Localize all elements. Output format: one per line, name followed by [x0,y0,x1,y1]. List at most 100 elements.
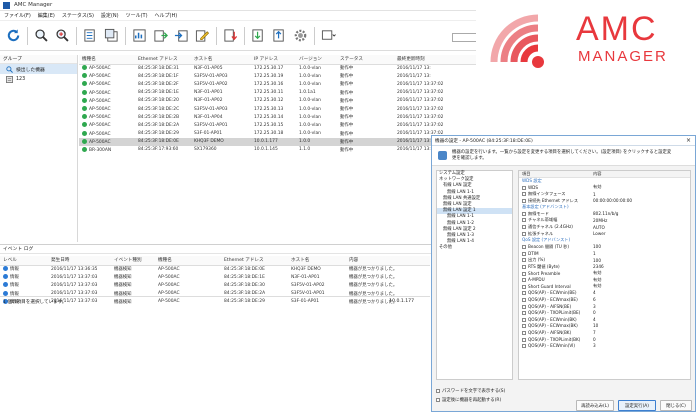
checkbox[interactable] [522,264,526,269]
config-download-button[interactable] [250,28,266,44]
menu-edit[interactable]: 編集(E) [38,12,55,19]
event-row[interactable]: 情報 2016/11/17 13:36:35 機器検知 AP-500AC 84:25:3… [0,265,430,273]
property-row[interactable]: QOS(AP) - TXOPLimit(BE) 0 [519,309,690,316]
column-ethernet[interactable]: Ethernet アドレス [135,55,191,65]
show-password-option[interactable]: パスワードを文字で表示する(S) [436,386,576,395]
device-row[interactable]: AP-500AC 84:25:3F:18:DE:1E N3F-01-AP01 172.… [79,89,696,97]
restart-after-option[interactable]: 設定後に機器を再起動する(R) [436,395,576,404]
property-row[interactable]: WDS 有効 [519,184,690,191]
property-row[interactable]: Short Preamble 有効 [519,270,690,277]
reload-button[interactable]: 再読み込み(L) [576,400,614,411]
close-dialog-button[interactable]: 閉じる(C) [660,400,692,411]
menu-tools[interactable]: ツール(T) [126,12,148,19]
checkbox[interactable] [522,317,526,322]
show-password-checkbox[interactable] [436,388,440,393]
property-row[interactable]: RTS 閾値 (Byte) 2346 [519,263,690,270]
device-row[interactable]: AP-500AC 84:25:3F:18:DE:1F S3F5V-01-AP03 17… [79,72,696,80]
config-upload-button[interactable] [271,28,287,44]
refresh-button[interactable] [5,28,21,44]
checkbox[interactable] [522,304,526,309]
checkbox[interactable] [522,271,526,276]
property-row[interactable]: A-MPDU 有効 [519,277,690,284]
event-row[interactable]: 情報 2016/11/17 13:37:03 機器検知 AP-500AC 84:25:3… [0,281,430,289]
device-row[interactable]: AP-500AC 84:25:3F:18:DE:2B N3F-01-AP04 172.… [79,113,696,121]
property-row[interactable]: QOS(AP) - ECWmin(BK) 4 [519,316,690,323]
column-model[interactable]: 機種名 [79,55,135,65]
view-menu-button[interactable] [320,28,336,44]
search-button[interactable] [33,28,49,44]
checkbox[interactable] [522,251,526,256]
column-hostname[interactable]: ホスト名 [288,256,346,266]
search-group-button[interactable] [54,28,70,44]
checkbox[interactable] [522,291,526,296]
column-content[interactable]: 内容 [346,256,430,266]
close-icon[interactable]: × [686,137,691,144]
group-item-123[interactable]: 123 [0,74,77,84]
edit-settings-button[interactable] [194,28,210,44]
property-row[interactable]: 通信チャネル (2.4GHz) AUTO [519,224,690,231]
column-datetime[interactable]: 発生日時 [48,256,111,266]
nav-item-other[interactable]: その他 [437,245,512,251]
column-status[interactable]: ステータス [337,55,394,65]
column-model[interactable]: 機種名 [155,256,221,266]
property-row[interactable]: QOS(AP) - ECWmax(BK) 10 [519,323,690,330]
checkbox[interactable] [522,298,526,303]
property-row[interactable]: QOS(AP) - ECWmin(VI) 3 [519,342,690,349]
column-version[interactable]: バージョン [296,55,337,65]
property-row[interactable]: 出力 (%) 100 [519,257,690,264]
checkbox[interactable] [522,344,526,349]
firmware-button[interactable] [222,28,238,44]
checkbox[interactable] [522,244,526,249]
checkbox[interactable] [522,278,526,283]
export-button[interactable] [152,28,168,44]
checkbox[interactable] [522,324,526,329]
property-row[interactable]: 無線モード 802.11n/b/g [519,211,690,218]
column-hostname[interactable]: ホスト名 [191,55,251,65]
checkbox[interactable] [522,231,526,236]
property-row[interactable]: QOS(AP) - ECWmax(BE) 6 [519,296,690,303]
device-row[interactable]: AP-500AC 84:25:3F:18:DE:2C S3F5V-01-AP03 17… [79,105,696,113]
menu-help[interactable]: ヘルプ(H) [155,12,178,19]
property-row[interactable]: Short Guard Interval 有効 [519,283,690,290]
property-row[interactable]: Beacon 間隔 (TU 秒) 100 [519,244,690,251]
menu-file[interactable]: ファイル(F) [4,12,31,19]
property-row[interactable]: QOS(AP) - AIFSN(BE) 3 [519,303,690,310]
menu-settings[interactable]: 設定(N) [101,12,119,19]
column-ethernet[interactable]: Ethernet アドレス [221,256,288,266]
checkbox[interactable] [522,192,526,197]
checkbox[interactable] [522,311,526,316]
column-event-type[interactable]: イベント種別 [111,256,155,266]
options-button[interactable] [292,28,308,44]
checkbox[interactable] [522,258,526,263]
restart-after-checkbox[interactable] [436,397,440,402]
property-row[interactable]: QOS(AP) - AIFSN(BK) 7 [519,329,690,336]
device-row[interactable]: AP-500AC 84:25:3F:18:DE:20 N3F-01-AP02 172.… [79,97,696,105]
checkbox[interactable] [522,185,526,190]
event-row[interactable]: 情報 2016/11/17 13:37:03 機器検知 AP-500AC 84:25:3… [0,273,430,281]
import-button[interactable] [173,28,189,44]
device-row[interactable]: AP-500AC 84:25:3F:18:DE:2F S3F5V-01-AP02 17… [79,80,696,88]
property-row[interactable]: QOS(AP) - TXOPLimit(BK) 0 [519,336,690,343]
group-item-detected[interactable]: 検出した機器 [0,64,77,74]
property-row[interactable]: チャネル帯域幅 20MHz [519,217,690,224]
checkbox[interactable] [522,211,526,216]
checkbox[interactable] [522,337,526,342]
checkbox[interactable] [522,218,526,223]
apply-settings-button[interactable]: 設定実行(A) [618,400,656,411]
property-row[interactable]: 接続先 Ethernet アドレス 00:00:00:00:00:00 [519,197,690,204]
checkbox[interactable] [522,198,526,203]
device-copy-button[interactable] [103,28,119,44]
column-level[interactable]: レベル [0,256,48,266]
property-row[interactable]: 無線インタフェース 1 [519,191,690,198]
checkbox[interactable] [522,331,526,336]
device-list-button[interactable] [82,28,98,44]
device-row[interactable]: AP-500AC 84:25:3F:18:DE:2A S3F5V-01-AP01 17… [79,121,696,129]
property-row[interactable]: QOS(AP) - ECWmin(BE) 4 [519,290,690,297]
property-row[interactable]: 拡張チャネル Lower [519,230,690,237]
checkbox[interactable] [522,284,526,289]
menu-status[interactable]: ステータス(S) [62,12,94,19]
report-button[interactable] [131,28,147,44]
property-row[interactable]: DTIM 1 [519,250,690,257]
checkbox[interactable] [522,225,526,230]
column-ip[interactable]: IP アドレス [251,55,296,65]
